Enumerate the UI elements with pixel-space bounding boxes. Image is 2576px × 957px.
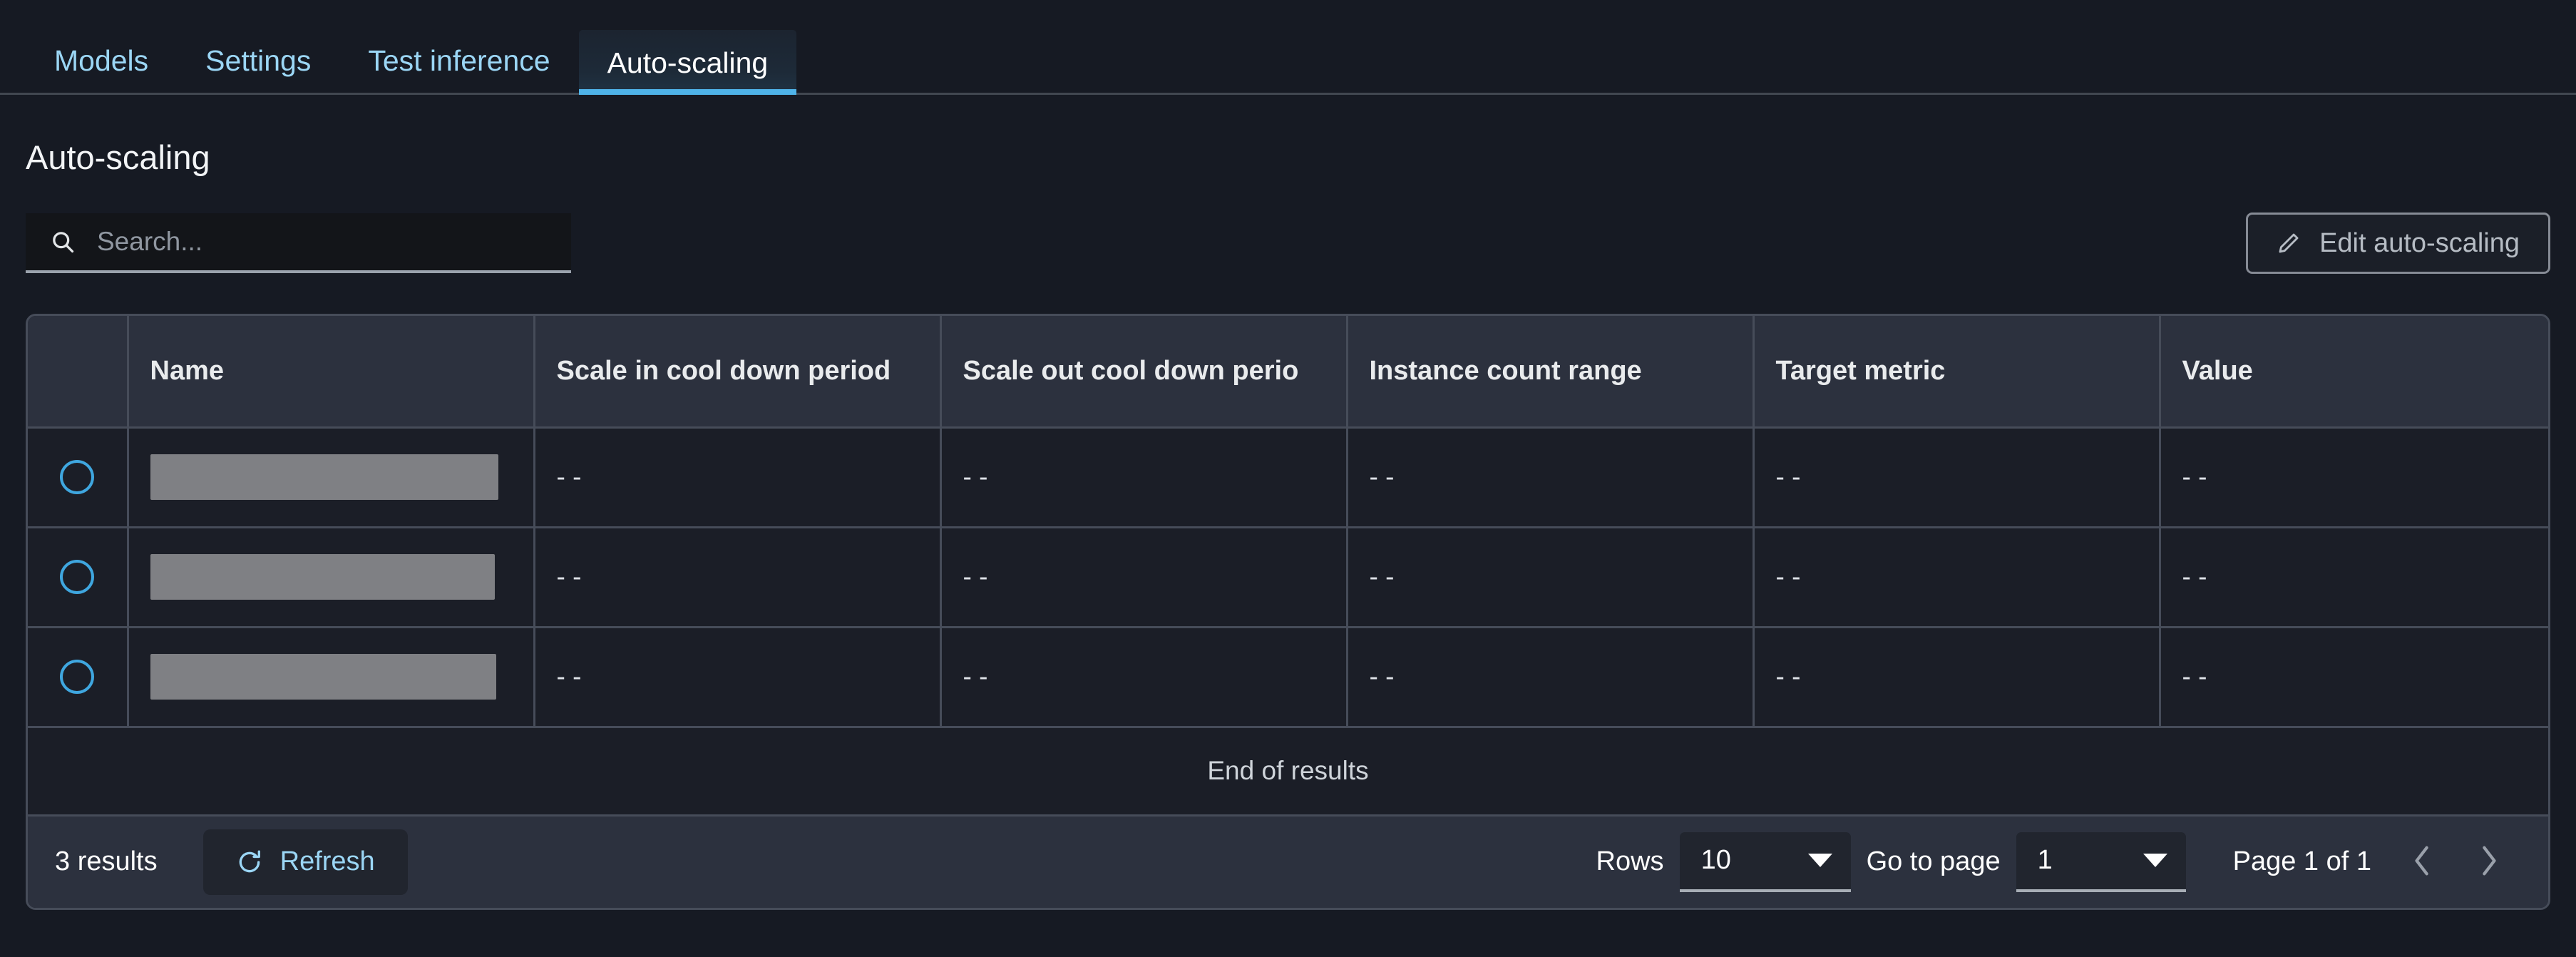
cell-scale-out: - - [940,627,1348,728]
chevron-down-icon [2143,854,2167,867]
cell-value: - - [2160,427,2548,528]
rows-label: Rows [1596,846,1664,876]
row-radio-button[interactable] [60,660,95,694]
cell-instance-count-range: - - [1347,627,1755,728]
row-select-cell [28,427,129,528]
column-header-instance-count-range: Instance count range [1347,316,1755,429]
chevron-left-icon [2411,844,2435,880]
page-title: Auto-scaling [26,138,210,176]
table-footer: 3 results Refresh Rows 10 Go to page 1 P… [28,816,2548,908]
controls-row: Edit auto-scaling [0,174,2576,274]
row-radio-button[interactable] [60,560,95,594]
tab-bar: Models Settings Test inference Auto-scal… [0,0,2576,95]
cell-scale-in: - - [534,427,942,528]
cell-scale-in: - - [534,627,942,728]
end-of-results-label: End of results [28,727,2548,817]
go-to-page-select[interactable]: 1 [2016,831,2186,892]
cell-name [128,627,535,728]
edit-auto-scaling-label: Edit auto-scaling [2319,227,2520,258]
cell-scale-in: - - [534,527,942,628]
column-header-target-metric: Target metric [1753,316,2161,429]
rows-per-page-value: 10 [1700,845,1731,875]
cell-scale-out: - - [940,527,1348,628]
pagination-controls: Rows 10 Go to page 1 Page 1 of 1 [1596,829,2521,895]
cell-target-metric: - - [1753,627,2161,728]
go-to-page-label: Go to page [1866,846,2001,876]
page-indicator: Page 1 of 1 [2232,846,2371,876]
results-count: 3 results [55,846,158,876]
table-header-row: Name Scale in cool down period Scale out… [28,316,2548,429]
go-to-page-value: 1 [2037,845,2053,875]
cell-value: - - [2160,527,2548,628]
edit-auto-scaling-button[interactable]: Edit auto-scaling [2246,213,2550,274]
cell-name [128,427,535,528]
tab-test-inference[interactable]: Test inference [339,46,578,93]
row-select-cell [28,627,129,728]
search-input[interactable] [97,213,571,270]
cell-target-metric: - - [1753,527,2161,628]
row-select-cell [28,527,129,628]
column-header-scale-in: Scale in cool down period [534,316,942,429]
cell-instance-count-range: - - [1347,427,1755,528]
table-row: - - - - - - - - - - [28,427,2548,528]
cell-scale-out: - - [940,427,1348,528]
next-page-button[interactable] [2456,829,2521,895]
cell-target-metric: - - [1753,427,2161,528]
refresh-icon [236,849,263,876]
row-radio-button[interactable] [60,460,95,494]
column-header-select [28,316,129,429]
cell-value: - - [2160,627,2548,728]
search-icon [50,229,76,255]
rows-per-page-select[interactable]: 10 [1679,831,1851,892]
tab-settings[interactable]: Settings [177,46,339,93]
chevron-down-icon [1807,854,1832,867]
column-header-name: Name [128,316,535,429]
auto-scaling-table: Name Scale in cool down period Scale out… [26,314,2550,910]
previous-page-button[interactable] [2390,829,2456,895]
tab-auto-scaling[interactable]: Auto-scaling [578,30,797,95]
tab-models[interactable]: Models [26,46,177,93]
refresh-button[interactable]: Refresh [202,829,408,895]
redacted-name-bar [150,654,496,700]
chevron-right-icon [2476,844,2500,880]
column-header-value: Value [2160,316,2548,429]
redacted-name-bar [150,554,495,600]
table-row: - - - - - - - - - - [28,527,2548,628]
redacted-name-bar [150,454,498,500]
cell-name [128,527,535,628]
refresh-label: Refresh [279,846,375,876]
end-of-results-row: End of results [28,727,2548,817]
search-field[interactable] [26,213,571,273]
table-row: - - - - - - - - - - [28,627,2548,728]
column-header-scale-out: Scale out cool down perio [940,316,1348,429]
cell-instance-count-range: - - [1347,527,1755,628]
pencil-icon [2277,231,2301,255]
